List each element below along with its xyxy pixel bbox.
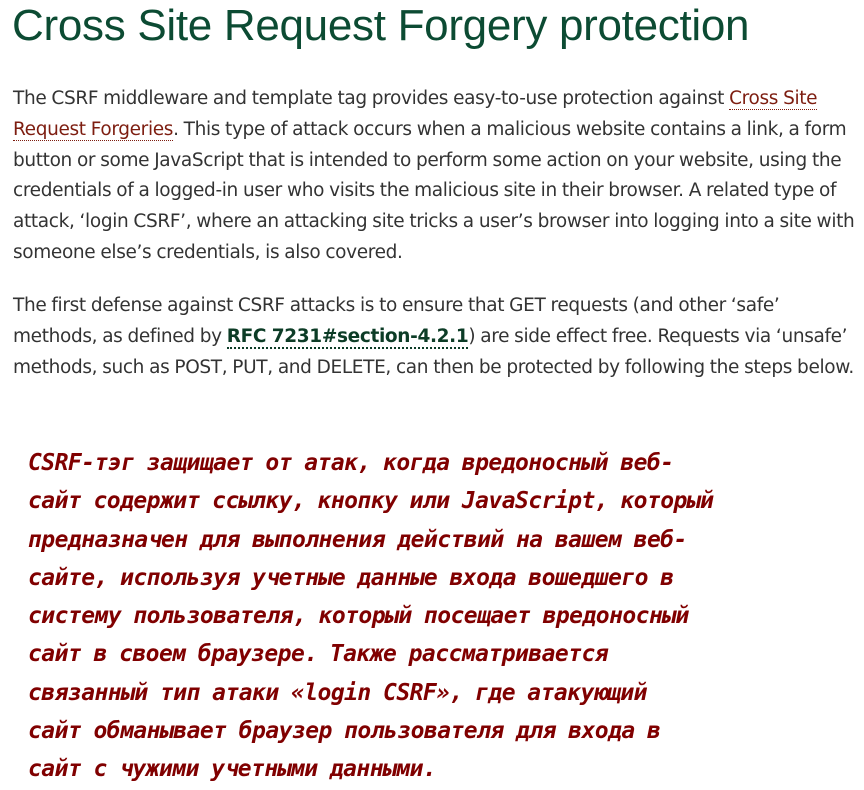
note-line: предназначен для выполнения действий на … bbox=[28, 526, 687, 553]
note-line: связанный тип атаки «login CSRF», где ат… bbox=[28, 679, 648, 706]
defense-paragraph: The first defense against CSRF attacks i… bbox=[13, 291, 858, 383]
note-line: систему пользователя, который посещает в… bbox=[28, 603, 689, 630]
note-line: сайт в своем браузере. Также рассматрива… bbox=[28, 641, 609, 668]
note-line: сайт содержит ссылку, кнопку или JavaScr… bbox=[28, 488, 714, 515]
page-title: Cross Site Request Forgery protection bbox=[12, 1, 750, 50]
note-line: CSRF-тэг защищает от атак, когда вредоно… bbox=[28, 450, 674, 476]
translation-note: CSRF-тэг защищает от атак, когда вредоно… bbox=[28, 444, 858, 789]
rfc-7231-link[interactable]: RFC 7231#section-4.2.1 bbox=[226, 325, 469, 349]
intro-paragraph: The CSRF middleware and template tag pro… bbox=[13, 84, 858, 269]
intro-text-before: The CSRF middleware and template tag pro… bbox=[13, 88, 730, 109]
note-line: сайт обманывает браузер пользователя для… bbox=[28, 718, 661, 745]
documentation-page: Cross Site Request Forgery protection Th… bbox=[0, 0, 864, 790]
note-line: сайте, используя учетные данные входа во… bbox=[28, 564, 674, 591]
note-line: сайт с чужими учетными данными. bbox=[28, 756, 437, 783]
